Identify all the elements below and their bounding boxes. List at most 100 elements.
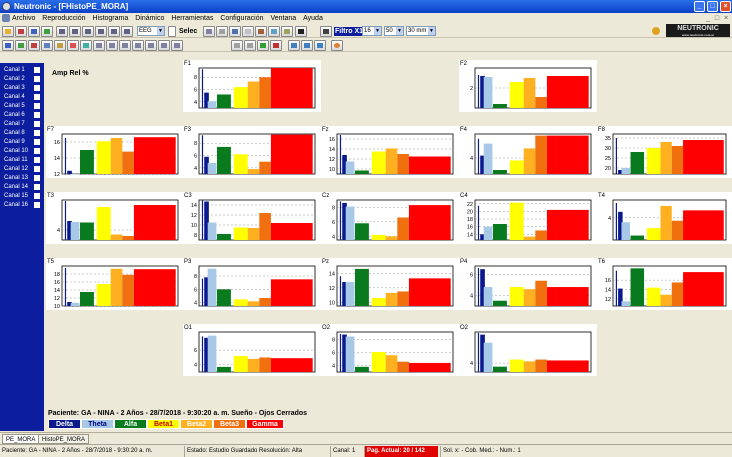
channel-checkbox[interactable] — [34, 184, 40, 190]
record-icon[interactable] — [41, 26, 53, 37]
symmetry-icon[interactable] — [145, 40, 157, 51]
mode-select[interactable]: EEG ▼ — [137, 26, 165, 36]
menu-ventana[interactable]: Ventana — [270, 13, 296, 24]
maximize-button[interactable]: □ — [707, 1, 718, 12]
histogram-chart-o2[interactable]: O2 8 6 4 — [321, 324, 459, 376]
mdi-minimize-button[interactable]: _ — [704, 13, 712, 24]
text-icon[interactable] — [242, 26, 254, 37]
menu-reproduccion[interactable]: Reproducción — [42, 13, 85, 24]
histogram-chart-p3[interactable]: P3 8 6 4 — [183, 258, 321, 310]
channel-checkbox[interactable] — [34, 76, 40, 82]
settings-icon[interactable] — [255, 26, 267, 37]
channel-checkbox[interactable] — [34, 94, 40, 100]
histogram-chart-p4[interactable]: P4 6 4 — [459, 258, 597, 310]
export-icon[interactable] — [281, 26, 293, 37]
histogram-chart-f4[interactable]: F4 4 — [459, 126, 597, 178]
rewind-icon[interactable] — [56, 26, 68, 37]
end-icon[interactable] — [121, 26, 133, 37]
channel-checkbox[interactable] — [34, 166, 40, 172]
channel-item[interactable]: Canal 11 — [4, 156, 40, 164]
menu-dinamico[interactable]: Dinámico — [135, 13, 164, 24]
channel-checkbox[interactable] — [34, 103, 40, 109]
color-map-icon[interactable] — [80, 40, 92, 51]
forward-icon[interactable] — [108, 26, 120, 37]
mdi-restore-button[interactable]: □ — [713, 13, 721, 24]
histogram-chart-f3[interactable]: F3 8 6 4 — [183, 126, 321, 178]
spectrum-icon[interactable] — [41, 40, 53, 51]
menu-configuracion[interactable]: Configuración — [220, 13, 263, 24]
channel-checkbox[interactable] — [34, 112, 40, 118]
pause-icon[interactable] — [82, 26, 94, 37]
channel-checkbox[interactable] — [34, 130, 40, 136]
scan-icon[interactable] — [268, 26, 280, 37]
average-icon[interactable] — [106, 40, 118, 51]
bars-alt-icon[interactable] — [28, 40, 40, 51]
spectrum-alt-icon[interactable] — [54, 40, 66, 51]
channel-checkbox[interactable] — [34, 85, 40, 91]
map-icon[interactable] — [67, 40, 79, 51]
filter-select[interactable]: 16 ▼ — [362, 26, 382, 36]
histogram-chart-fz[interactable]: Fz 16 14 12 10 — [321, 126, 459, 178]
channel-checkbox[interactable] — [34, 175, 40, 181]
tab-histope-mora[interactable]: HistoPE_MORA — [38, 434, 90, 444]
histogram-chart-f1[interactable]: F1 8 6 4 — [183, 60, 321, 112]
menu-herramientas[interactable]: Herramientas — [171, 13, 213, 24]
channel-item[interactable]: Canal 14 — [4, 183, 40, 191]
channel-item[interactable]: Canal 15 — [4, 192, 40, 200]
channel-checkbox[interactable] — [34, 121, 40, 127]
tab-pe-mora[interactable]: PE_MORA — [2, 434, 40, 444]
open-folder-icon[interactable] — [2, 26, 14, 37]
histogram-chart-f8[interactable]: F8 35 30 25 20 — [597, 126, 732, 178]
histogram-chart-t4[interactable]: T4 4 — [597, 192, 732, 244]
palette-icon[interactable] — [331, 40, 343, 51]
channel-item[interactable]: Canal 1 — [4, 66, 40, 74]
channel-item[interactable]: Canal 6 — [4, 111, 40, 119]
channel-item[interactable]: Canal 4 — [4, 93, 40, 101]
histogram-chart-c3[interactable]: C3 14 12 10 8 — [183, 192, 321, 244]
ratio-icon[interactable] — [119, 40, 131, 51]
speed-select[interactable]: 50 ▼ — [384, 26, 404, 36]
channel-checkbox[interactable] — [34, 193, 40, 199]
tile-icon[interactable] — [288, 40, 300, 51]
channel-checkbox[interactable] — [34, 148, 40, 154]
histogram-chart-f7[interactable]: F7 16 14 12 — [46, 126, 184, 178]
zoom-icon[interactable] — [244, 40, 256, 51]
grid-icon[interactable] — [171, 40, 183, 51]
channel-item[interactable]: Canal 9 — [4, 138, 40, 146]
histogram-chart-t5[interactable]: T5 18 16 14 12 10 — [46, 258, 184, 310]
amplitude-icon[interactable] — [93, 40, 105, 51]
bars-icon[interactable] — [15, 40, 27, 51]
histogram-chart-c4[interactable]: C4 22 20 18 16 14 — [459, 192, 597, 244]
menu-histograma[interactable]: Histograma — [92, 13, 128, 24]
histogram-chart-cz[interactable]: Cz 8 6 4 — [321, 192, 459, 244]
mdi-close-button[interactable]: × — [722, 13, 730, 24]
channel-item[interactable]: Canal 16 — [4, 201, 40, 209]
check-icon[interactable] — [257, 40, 269, 51]
histogram-chart-o1[interactable]: O1 6 4 — [183, 324, 321, 376]
menu-archivo[interactable]: Archivo — [12, 13, 35, 24]
montage-icon[interactable] — [28, 26, 40, 37]
calendar-icon[interactable] — [203, 26, 215, 37]
channel-item[interactable]: Canal 13 — [4, 174, 40, 182]
histogram-chart-t3[interactable]: T3 4 — [46, 192, 184, 244]
filter-icon[interactable] — [320, 26, 332, 37]
window-icon[interactable] — [301, 40, 313, 51]
channel-item[interactable]: Canal 3 — [4, 84, 40, 92]
patient-icon[interactable] — [15, 26, 27, 37]
histogram-icon[interactable] — [2, 40, 14, 51]
channel-checkbox[interactable] — [34, 67, 40, 73]
channel-item[interactable]: Canal 8 — [4, 129, 40, 137]
histogram-chart-t6[interactable]: T6 16 14 12 — [597, 258, 732, 310]
stop-icon[interactable] — [95, 26, 107, 37]
layout-icon[interactable] — [314, 40, 326, 51]
channel-item[interactable]: Canal 10 — [4, 147, 40, 155]
print-icon[interactable] — [229, 26, 241, 37]
selec-checkbox[interactable] — [168, 26, 176, 37]
channel-checkbox[interactable] — [34, 139, 40, 145]
histogram-chart-pz[interactable]: Pz 14 12 10 — [321, 258, 459, 310]
channel-item[interactable]: Canal 2 — [4, 75, 40, 83]
channel-item[interactable]: Canal 5 — [4, 102, 40, 110]
histogram-chart-f2[interactable]: F2 2 — [459, 60, 597, 112]
channel-checkbox[interactable] — [34, 157, 40, 163]
note-icon[interactable] — [216, 26, 228, 37]
